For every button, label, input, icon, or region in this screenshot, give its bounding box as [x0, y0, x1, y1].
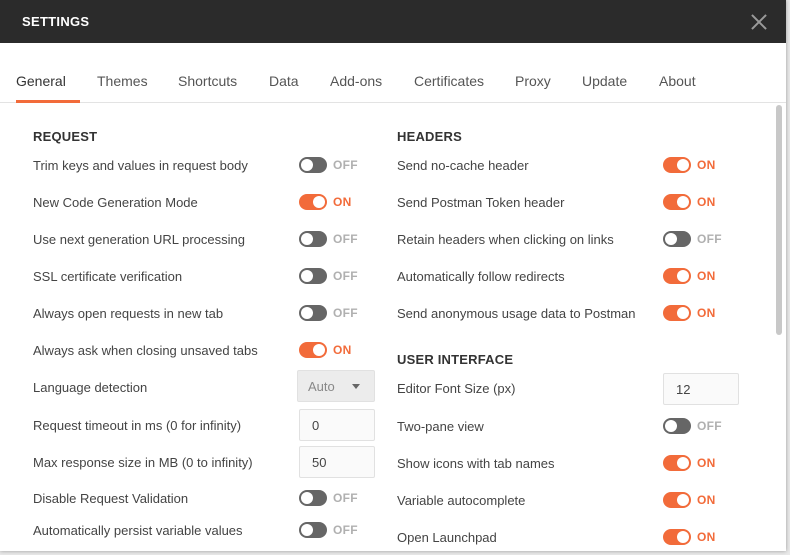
tab-add-ons[interactable]: Add-ons	[330, 73, 382, 89]
tab-data[interactable]: Data	[269, 73, 299, 89]
open-new-tab-toggle[interactable]: OFF	[299, 305, 358, 321]
request-validation-toggle[interactable]: OFF	[299, 490, 358, 506]
setting-label: Always ask when closing unsaved tabs	[33, 343, 258, 358]
tab-shortcuts[interactable]: Shortcuts	[178, 73, 237, 89]
setting-label: Automatically follow redirects	[397, 269, 565, 284]
tab-icons-toggle[interactable]: ON	[663, 455, 716, 471]
content-scrollbar[interactable]	[776, 103, 782, 551]
setting-label: Max response size in MB (0 to infinity)	[33, 455, 253, 470]
tab-themes[interactable]: Themes	[97, 73, 148, 89]
toggle-state: ON	[697, 306, 716, 320]
retain-headers-toggle[interactable]: OFF	[663, 231, 722, 247]
toggle-state: OFF	[333, 232, 358, 246]
tab-about[interactable]: About	[659, 73, 696, 89]
toggle-state: ON	[697, 269, 716, 283]
toggle-state: ON	[697, 158, 716, 172]
toggle-state: OFF	[333, 491, 358, 505]
language-detection-select[interactable]: Auto	[297, 370, 375, 402]
setting-label: Automatically persist variable values	[33, 523, 243, 538]
setting-label: New Code Generation Mode	[33, 195, 198, 210]
select-value: Auto	[308, 378, 335, 394]
usage-data-toggle[interactable]: ON	[663, 305, 716, 321]
setting-label: Send anonymous usage data to Postman	[397, 306, 636, 321]
toggle-state: OFF	[333, 523, 358, 537]
headers-section-title: HEADERS	[397, 129, 462, 144]
follow-redirects-toggle[interactable]: ON	[663, 268, 716, 284]
ui-section-title: USER INTERFACE	[397, 352, 514, 367]
setting-label: Disable Request Validation	[33, 491, 189, 506]
scrollbar-thumb[interactable]	[776, 105, 782, 335]
settings-content: REQUEST Trim keys and values in request …	[0, 103, 774, 551]
setting-label: Variable autocomplete	[397, 493, 526, 508]
close-icon[interactable]	[750, 13, 768, 31]
toggle-state: OFF	[697, 232, 722, 246]
setting-label: Trim keys and values in request body	[33, 158, 248, 173]
toggle-state: OFF	[333, 306, 358, 320]
tab-certificates[interactable]: Certificates	[414, 73, 484, 89]
setting-label: Use next generation URL processing	[33, 232, 245, 247]
setting-label: SSL certificate verification	[33, 269, 183, 284]
no-cache-toggle[interactable]: ON	[663, 157, 716, 173]
two-pane-toggle[interactable]: OFF	[663, 418, 722, 434]
toggle-state: ON	[697, 493, 716, 507]
tab-proxy[interactable]: Proxy	[515, 73, 551, 89]
code-generation-toggle[interactable]: ON	[299, 194, 352, 210]
trim-keys-toggle[interactable]: OFF	[299, 157, 358, 173]
settings-modal: SETTINGS General Themes Shortcuts Data A…	[0, 0, 786, 551]
toggle-state: OFF	[333, 158, 358, 172]
toggle-state: OFF	[333, 269, 358, 283]
setting-label: Language detection	[33, 380, 148, 395]
toggle-state: ON	[333, 195, 352, 209]
settings-tabs: General Themes Shortcuts Data Add-ons Ce…	[0, 43, 786, 103]
toggle-state: ON	[697, 530, 716, 544]
toggle-state: OFF	[697, 419, 722, 433]
modal-titlebar: SETTINGS	[0, 0, 786, 43]
variable-autocomplete-toggle[interactable]: ON	[663, 492, 716, 508]
setting-label: Retain headers when clicking on links	[397, 232, 614, 247]
modal-title: SETTINGS	[22, 14, 90, 29]
request-timeout-input[interactable]	[299, 409, 375, 441]
setting-label: Always open requests in new tab	[33, 306, 224, 321]
postman-token-toggle[interactable]: ON	[663, 194, 716, 210]
ask-unsaved-toggle[interactable]: ON	[299, 342, 352, 358]
open-launchpad-toggle[interactable]: ON	[663, 529, 716, 545]
setting-label: Editor Font Size (px)	[397, 381, 516, 396]
setting-label: Send Postman Token header	[397, 195, 565, 210]
ssl-verification-toggle[interactable]: OFF	[299, 268, 358, 284]
toggle-state: ON	[697, 456, 716, 470]
max-response-size-input[interactable]	[299, 446, 375, 478]
toggle-state: ON	[697, 195, 716, 209]
setting-label: Open Launchpad	[397, 530, 497, 545]
tab-general[interactable]: General	[16, 73, 66, 89]
tab-update[interactable]: Update	[582, 73, 627, 89]
request-section-title: REQUEST	[33, 129, 98, 144]
setting-label: Show icons with tab names	[397, 456, 555, 471]
persist-variables-toggle[interactable]: OFF	[299, 522, 358, 538]
url-processing-toggle[interactable]: OFF	[299, 231, 358, 247]
editor-font-size-input[interactable]	[663, 373, 739, 405]
toggle-state: ON	[333, 343, 352, 357]
setting-label: Request timeout in ms (0 for infinity)	[33, 418, 242, 433]
setting-label: Two-pane view	[397, 419, 484, 434]
setting-label: Send no-cache header	[397, 158, 529, 173]
caret-down-icon	[352, 384, 360, 389]
